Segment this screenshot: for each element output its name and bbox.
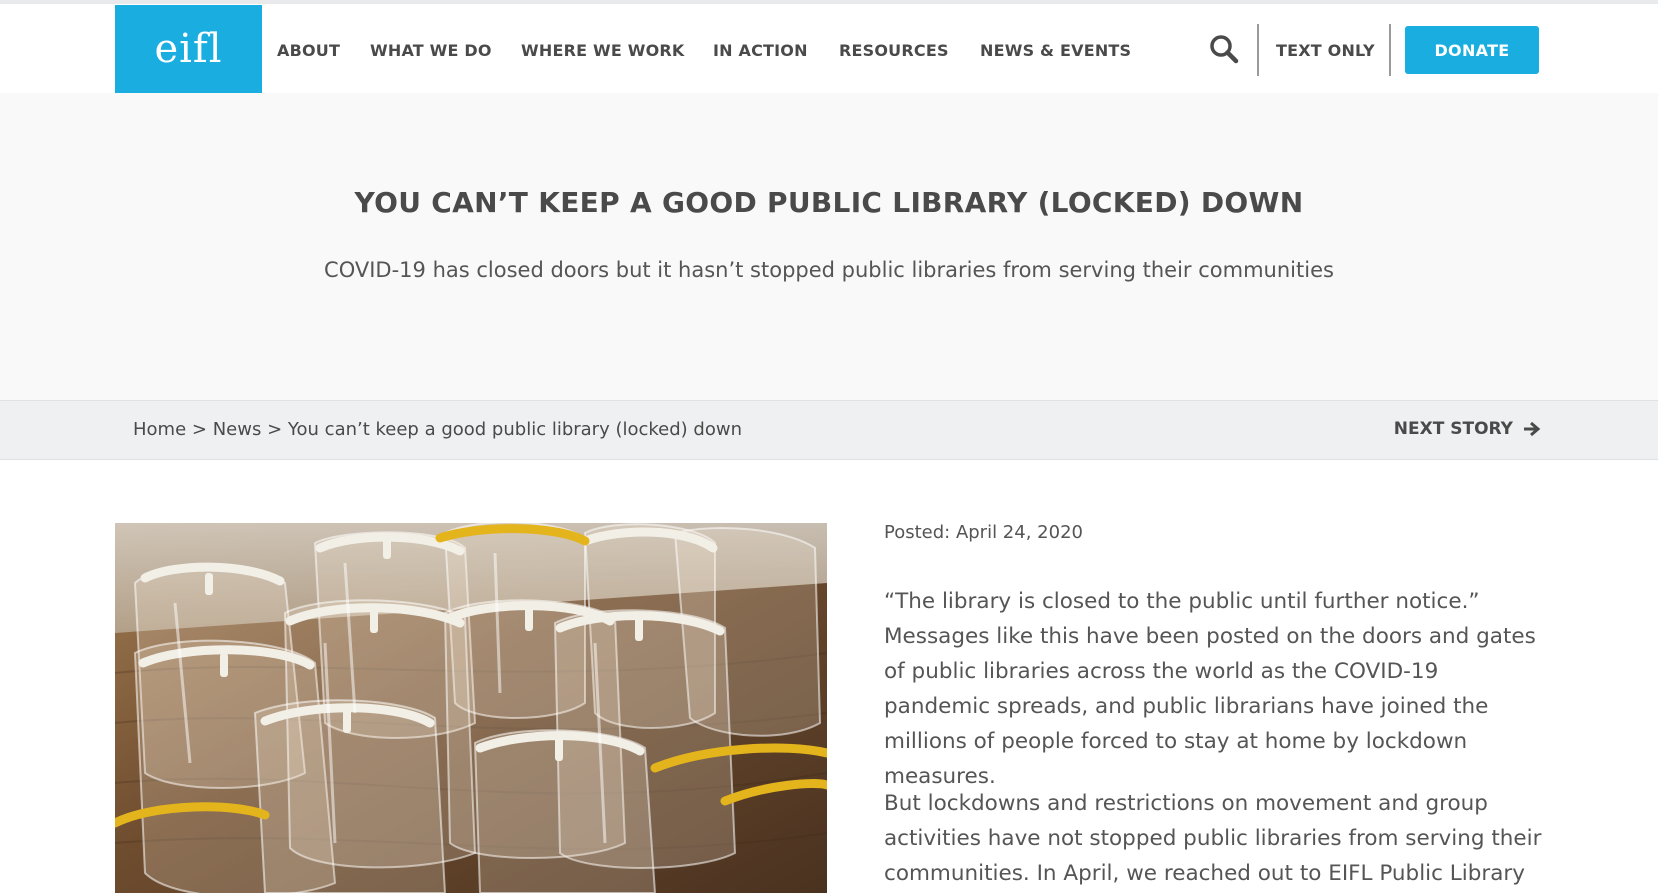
nav-in-action[interactable]: IN ACTION [713, 41, 808, 60]
breadcrumb-news[interactable]: News [213, 419, 262, 440]
article-photo-face-shields [115, 523, 827, 893]
article-paragraph: “The library is closed to the public unt… [884, 589, 1536, 789]
breadcrumb: Home > News > You can’t keep a good publ… [133, 419, 742, 440]
next-story-link[interactable]: NEXT STORY [1394, 419, 1541, 439]
header-divider [1389, 24, 1391, 76]
nav-resources[interactable]: RESOURCES [839, 41, 949, 60]
page-subtitle: COVID-19 has closed doors but it hasn’t … [324, 258, 1334, 282]
header-divider [1257, 24, 1259, 76]
breadcrumb-current: You can’t keep a good public library (lo… [287, 419, 742, 440]
breadcrumb-home[interactable]: Home [133, 419, 186, 440]
article-paragraph: But lockdowns and restrictions on moveme… [884, 791, 1542, 886]
site-header: eifl ABOUT WHAT WE DO WHERE WE WORK IN A… [0, 4, 1658, 93]
page-title: YOU CAN’T KEEP A GOOD PUBLIC LIBRARY (LO… [354, 186, 1304, 219]
donate-button[interactable]: DONATE [1405, 26, 1539, 74]
arrow-right-icon [1524, 421, 1541, 437]
breadcrumb-separator: > [191, 419, 207, 440]
nav-news-events[interactable]: NEWS & EVENTS [980, 41, 1131, 60]
breadcrumb-bar: Home > News > You can’t keep a good publ… [0, 400, 1658, 460]
eifl-logo[interactable]: eifl [115, 5, 262, 93]
hero-banner: YOU CAN’T KEEP A GOOD PUBLIC LIBRARY (LO… [0, 93, 1658, 400]
breadcrumb-separator: > [267, 419, 283, 440]
face-shields-illustration [115, 523, 827, 893]
nav-about[interactable]: ABOUT [277, 41, 340, 60]
text-only-link[interactable]: TEXT ONLY [1276, 41, 1375, 60]
nav-what-we-do[interactable]: WHAT WE DO [370, 41, 492, 60]
next-story-label: NEXT STORY [1393, 419, 1513, 439]
posted-date: Posted: April 24, 2020 [884, 522, 1083, 543]
search-icon[interactable] [1209, 34, 1239, 64]
nav-where-we-work[interactable]: WHERE WE WORK [521, 41, 685, 60]
